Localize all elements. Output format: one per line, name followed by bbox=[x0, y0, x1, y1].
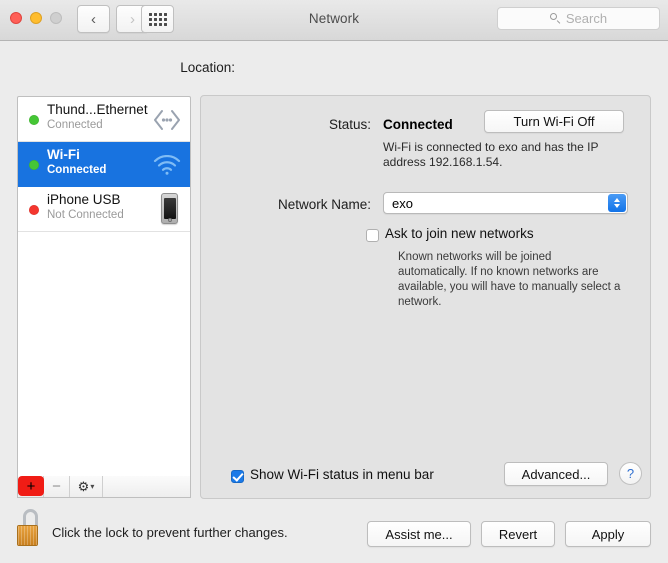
service-row-iphone-usb[interactable]: iPhone USB Not Connected bbox=[18, 187, 190, 232]
remove-service-button[interactable]: − bbox=[44, 476, 70, 497]
advanced-button[interactable]: Advanced... bbox=[504, 462, 608, 486]
assist-me-button[interactable]: Assist me... bbox=[367, 521, 471, 547]
status-dot bbox=[29, 160, 39, 170]
plus-icon: + bbox=[18, 476, 44, 496]
unlocked-padlock-icon[interactable] bbox=[16, 509, 44, 549]
turn-wifi-off-button[interactable]: Turn Wi-Fi Off bbox=[484, 110, 624, 133]
apply-button[interactable]: Apply bbox=[565, 521, 651, 547]
status-dot bbox=[29, 205, 39, 215]
window-titlebar: ‹ › Network Search bbox=[0, 0, 668, 41]
search-placeholder: Search bbox=[566, 11, 607, 26]
location-label: Location: bbox=[105, 60, 235, 75]
service-name: iPhone USB bbox=[47, 192, 121, 207]
minus-icon: − bbox=[52, 479, 61, 494]
network-preferences-window: ‹ › Network Search Location: Automatic bbox=[0, 0, 668, 563]
gear-icon: ⚙ bbox=[78, 480, 90, 493]
wifi-icon bbox=[152, 150, 182, 180]
status-label: Status: bbox=[291, 117, 371, 132]
add-service-button[interactable]: + bbox=[18, 476, 44, 497]
revert-button[interactable]: Revert bbox=[481, 521, 555, 547]
chevron-down-icon: ▾ bbox=[90, 482, 94, 491]
padlock-shackle bbox=[23, 509, 38, 526]
service-list-toolbar: + − ⚙ ▾ bbox=[17, 476, 191, 498]
search-icon bbox=[550, 13, 561, 24]
lock-hint-text: Click the lock to prevent further change… bbox=[52, 525, 288, 540]
service-status: Connected bbox=[47, 119, 103, 131]
thunderbolt-icon bbox=[152, 105, 182, 135]
wifi-settings-panel: Status: Connected Turn Wi-Fi Off Wi-Fi i… bbox=[200, 95, 651, 499]
service-status: Connected bbox=[47, 164, 106, 176]
service-name: Wi-Fi bbox=[47, 147, 80, 162]
chevron-updown-icon bbox=[608, 194, 626, 212]
show-wifi-status-label: Show Wi-Fi status in menu bar bbox=[250, 467, 434, 482]
service-status: Not Connected bbox=[47, 209, 124, 221]
network-name-select[interactable]: exo bbox=[383, 192, 628, 214]
show-wifi-status-checkbox[interactable] bbox=[231, 470, 244, 483]
click-highlight: + bbox=[18, 476, 44, 496]
checkmark-icon bbox=[232, 470, 243, 481]
search-field[interactable]: Search bbox=[497, 7, 660, 30]
service-row-wifi[interactable]: Wi-Fi Connected bbox=[18, 142, 190, 187]
location-row: Location: Automatic bbox=[0, 56, 668, 82]
padlock-body bbox=[17, 525, 38, 546]
ask-to-join-label: Ask to join new networks bbox=[385, 226, 534, 241]
ask-to-join-description: Known networks will be joined automatica… bbox=[398, 250, 623, 310]
status-value: Connected bbox=[383, 117, 453, 132]
network-name-label: Network Name: bbox=[246, 197, 371, 212]
status-description: Wi-Fi is connected to exo and has the IP… bbox=[383, 140, 613, 170]
status-dot bbox=[29, 115, 39, 125]
service-name: Thund...Ethernet bbox=[47, 102, 148, 117]
help-button[interactable]: ? bbox=[619, 462, 642, 485]
service-actions-menu[interactable]: ⚙ ▾ bbox=[70, 476, 103, 497]
network-name-value: exo bbox=[392, 195, 413, 212]
service-list: Thund...Ethernet Connected Wi-Fi Connect… bbox=[17, 96, 191, 498]
iphone-icon bbox=[161, 193, 178, 224]
ask-to-join-checkbox[interactable] bbox=[366, 229, 379, 242]
service-row-thunderbolt-ethernet[interactable]: Thund...Ethernet Connected bbox=[18, 97, 190, 142]
